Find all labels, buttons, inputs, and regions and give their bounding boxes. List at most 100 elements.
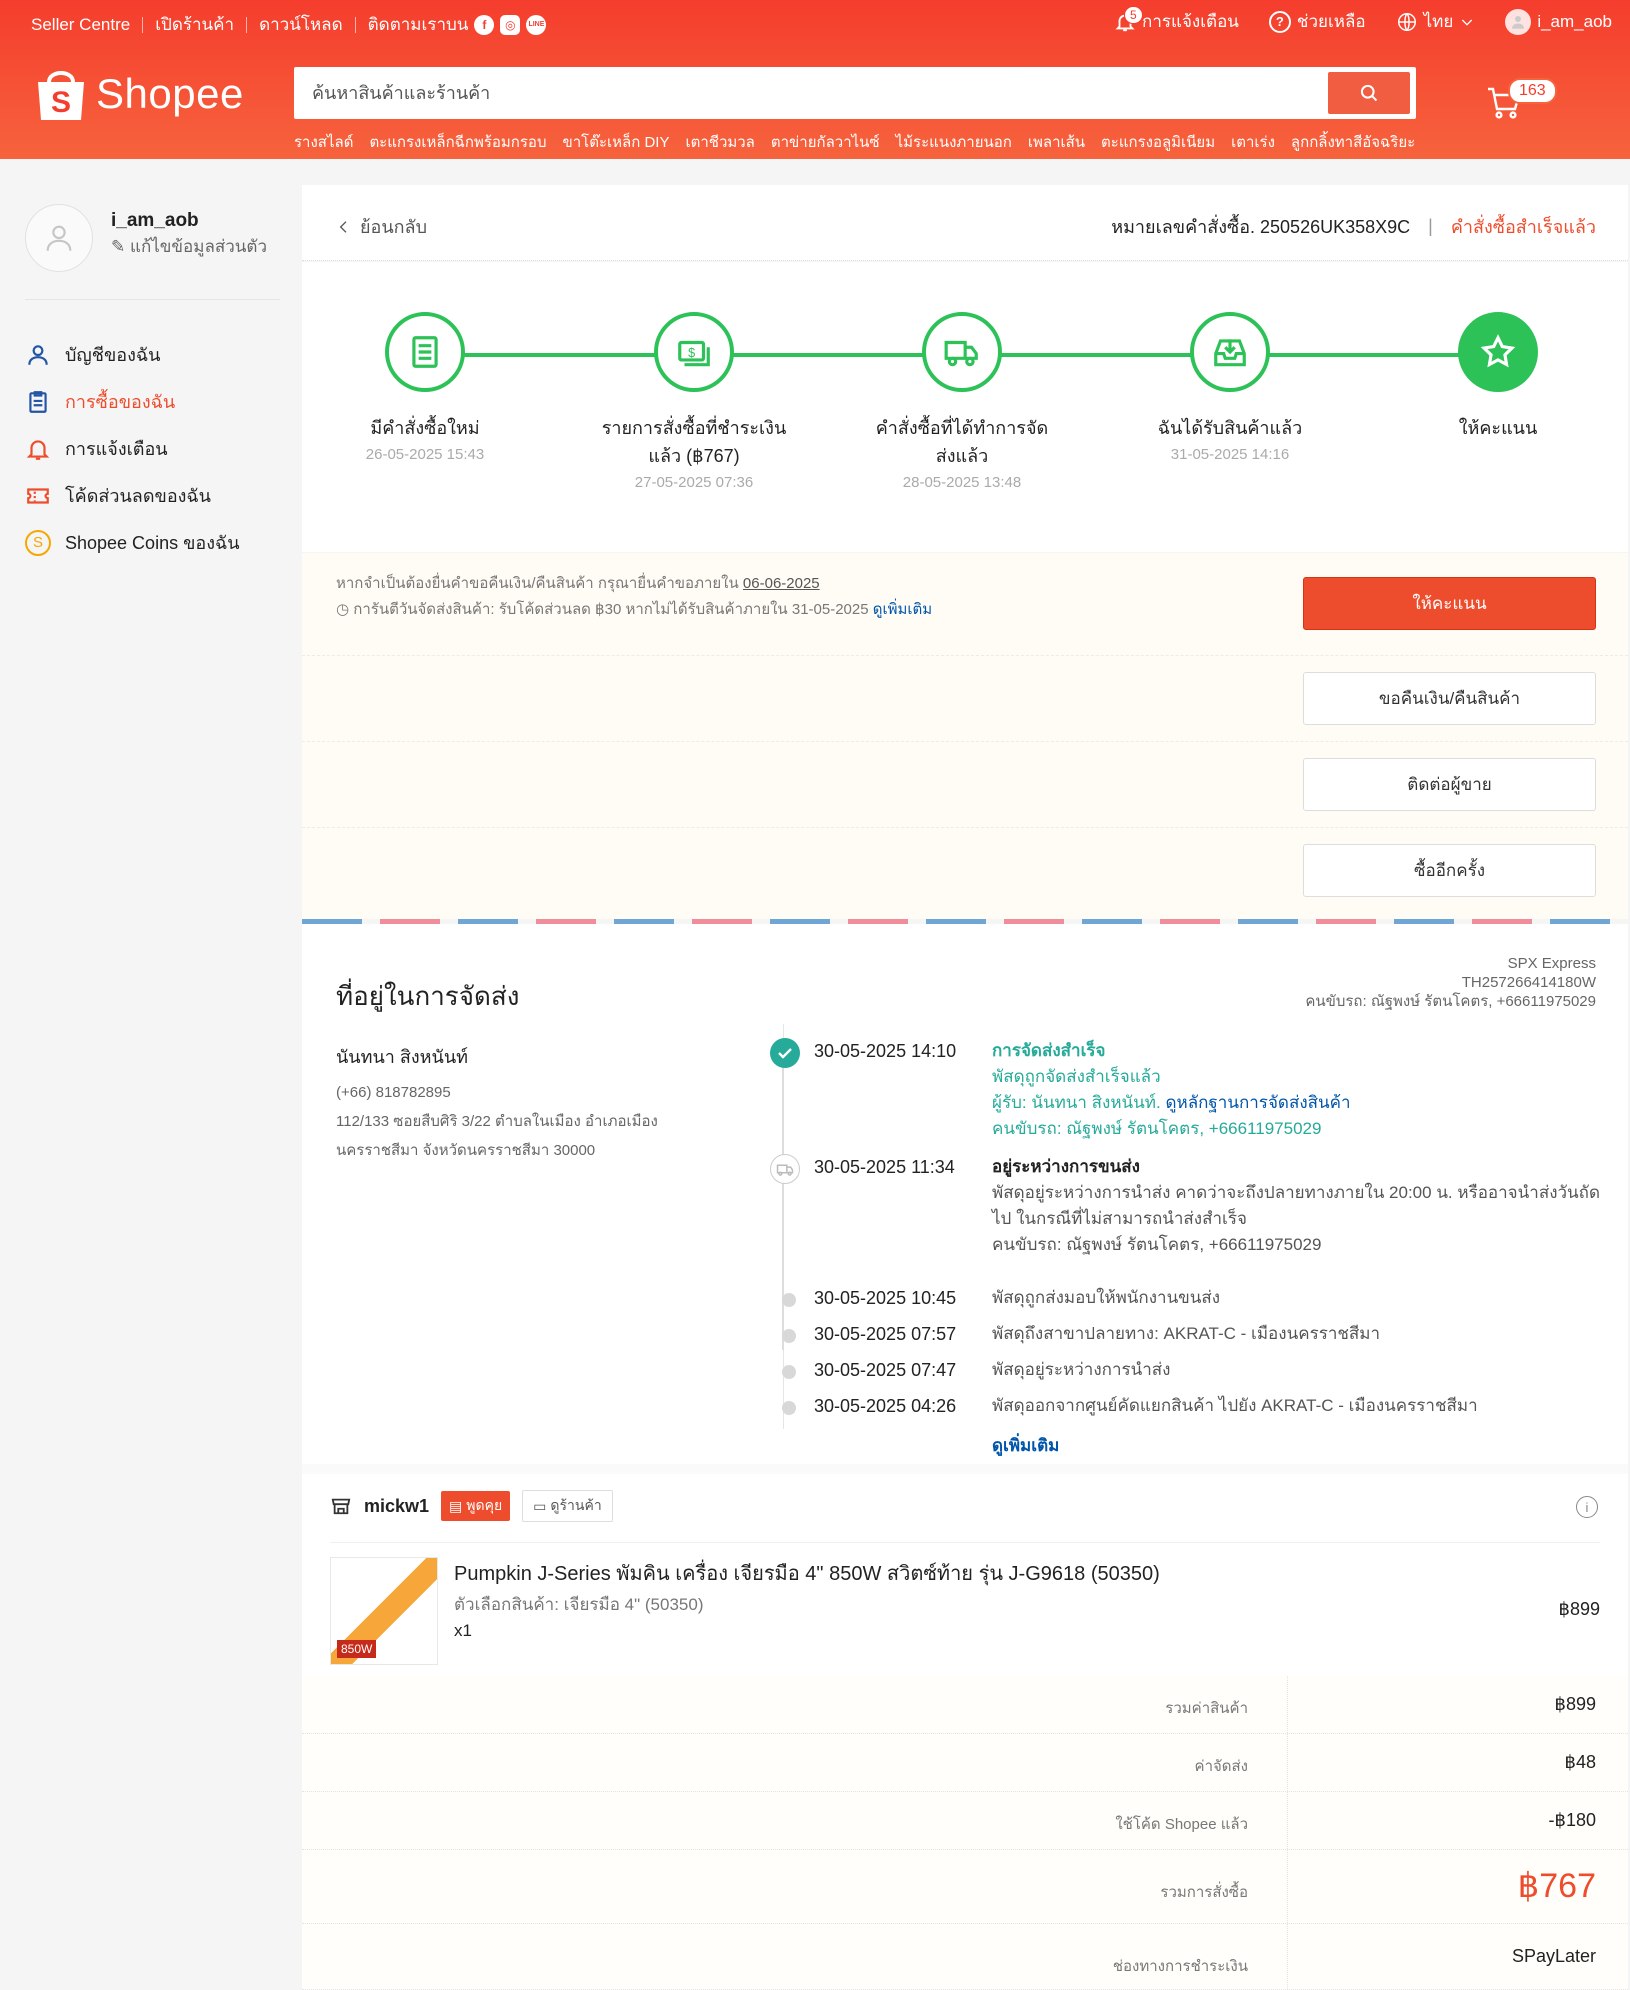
hotword[interactable]: ไม้ระแนงภายนอก bbox=[896, 130, 1012, 154]
event-time: 30-05-2025 04:26 bbox=[814, 1396, 957, 1416]
order-header: ย้อนกลับ หมายเลขคำสั่งซื้อ. 250526UK358X… bbox=[302, 185, 1628, 261]
refund-button[interactable]: ขอคืนเงิน/คืนสินค้า bbox=[1303, 672, 1596, 725]
order-id-area: หมายเลขคำสั่งซื้อ. 250526UK358X9C | คำสั… bbox=[1111, 212, 1596, 241]
product-thumbnail[interactable]: 850W bbox=[330, 1557, 438, 1665]
truck-icon bbox=[770, 1154, 800, 1184]
order-progress: มีคำสั่งซื้อใหม่ 26-05-2025 15:43 $ รายก… bbox=[302, 262, 1628, 552]
seller-centre-link[interactable]: Seller Centre bbox=[31, 15, 130, 35]
shipping-title: ที่อยู่ในการจัดส่ง bbox=[336, 981, 520, 1011]
sidebar-item-my-account[interactable]: บัญชีของฉัน bbox=[25, 331, 240, 378]
shipping-section: ที่อยู่ในการจัดส่ง SPX Express TH2572664… bbox=[302, 924, 1628, 1464]
sidebar-item-coins[interactable]: S Shopee Coins ของฉัน bbox=[25, 519, 240, 566]
top-bar: Seller Centre เปิดร้านค้า ดาวน์โหลด ติดต… bbox=[0, 0, 1630, 44]
view-shop-button[interactable]: ▭ ดูร้านค้า bbox=[522, 1490, 613, 1522]
sidebar-item-label: การแจ้งเตือน bbox=[65, 439, 168, 459]
tracking-number: TH257266414180W bbox=[1461, 974, 1596, 991]
sidebar-menu: บัญชีของฉัน การซื้อของฉัน การแจ้งเตือน โ… bbox=[25, 331, 240, 566]
buy-again-button[interactable]: ซื้ออีกครั้ง bbox=[1303, 844, 1596, 897]
order-total: ฿767 bbox=[1517, 1867, 1596, 1905]
edit-profile-link[interactable]: ✎ แก้ไขข้อมูลส่วนตัว bbox=[111, 236, 271, 258]
notice-deadline: 06-06-2025 bbox=[742, 575, 820, 592]
header-username: i_am_aob bbox=[1537, 11, 1612, 31]
product-name[interactable]: Pumpkin J-Series พัมคิน เครื่อง เจียรมือ… bbox=[454, 1557, 1160, 1589]
hotword[interactable]: ลูกกลิ้งทาสีอัจฉริยะ bbox=[1291, 130, 1415, 154]
product-quantity: x1 bbox=[454, 1621, 472, 1640]
tracking-see-more-link[interactable]: ดูเพิ่มเติม bbox=[992, 1432, 1059, 1459]
cart-count-badge: 163 bbox=[1508, 78, 1557, 104]
hotwords-list: รางสไลด์ ตะแกรงเหล็กฉีกพร้อมกรอบ ขาโต๊ะเ… bbox=[294, 130, 1415, 154]
rate-button[interactable]: ให้คะแนน bbox=[1303, 577, 1596, 630]
guarantee-text: ◷ การันตีวันจัดส่งสินค้า: รับโค้ดส่วนลด … bbox=[336, 597, 932, 623]
event-text: อยู่ระหว่างการขนส่ง พัสดุอยู่ระหว่างการน… bbox=[992, 1154, 1604, 1258]
contact-seller-button[interactable]: ติดต่อผู้ขาย bbox=[1303, 758, 1596, 811]
event-text: พัสดุถูกส่งมอบให้พนักงานขนส่ง bbox=[992, 1288, 1221, 1307]
order-actions: หากจำเป็นต้องยื่นคำขอคืนเงิน/คืนสินค้า ก… bbox=[302, 553, 1628, 919]
event-time: 30-05-2025 07:47 bbox=[814, 1360, 957, 1380]
recipient-address: 112/133 ซอยสืบศิริ 3/22 ตำบลในเมือง อำเภ… bbox=[336, 1113, 658, 1159]
carrier-info: SPX Express TH257266414180W คนขับรถ: ณัฐ… bbox=[1305, 954, 1596, 1011]
sidebar-item-my-purchase[interactable]: การซื้อของฉัน bbox=[25, 378, 240, 425]
see-more-link[interactable]: ดูเพิ่มเติม bbox=[873, 601, 932, 618]
event-title: การจัดส่งสำเร็จ bbox=[992, 1041, 1106, 1060]
instagram-icon[interactable]: ◎ bbox=[500, 14, 521, 35]
site-header: Seller Centre เปิดร้านค้า ดาวน์โหลด ติดต… bbox=[0, 0, 1630, 159]
summary-label: ใช้โค้ด Shopee แล้ว bbox=[1115, 1816, 1248, 1833]
hotword[interactable]: เตาเร่ง bbox=[1231, 130, 1275, 154]
open-shop-link[interactable]: เปิดร้านค้า bbox=[155, 11, 234, 38]
product-row[interactable]: 850W Pumpkin J-Series พัมคิน เครื่อง เจี… bbox=[330, 1542, 1600, 1666]
event-text: พัสดุออกจากศูนย์คัดแยกสินค้า ไปยัง AKRAT… bbox=[992, 1396, 1478, 1415]
inbox-download-icon bbox=[1190, 312, 1270, 392]
action-row: ซื้ออีกครั้ง bbox=[302, 828, 1628, 919]
store-icon: ▭ bbox=[533, 1497, 547, 1514]
search-button[interactable] bbox=[1328, 72, 1410, 114]
star-icon bbox=[1458, 312, 1538, 392]
avatar[interactable] bbox=[25, 204, 93, 272]
user-placeholder-icon bbox=[46, 225, 72, 251]
help-label: ช่วยเหลือ bbox=[1296, 12, 1366, 31]
chat-button[interactable]: ▤ พูดคุย bbox=[441, 1491, 511, 1521]
hotword[interactable]: ตะแกรงเหล็กฉีกพร้อมกรอบ bbox=[369, 130, 546, 154]
language-selector[interactable]: ไทย bbox=[1396, 8, 1476, 35]
summary-label: รวมค่าสินค้า bbox=[1165, 1700, 1248, 1717]
facebook-icon[interactable]: f bbox=[474, 14, 495, 35]
recipient-phone: (+66) 818782895 bbox=[336, 1084, 451, 1101]
chevron-left-icon bbox=[339, 220, 347, 233]
summary-divider bbox=[1287, 1924, 1288, 1989]
hotword[interactable]: ตะแกรงอลูมิเนียม bbox=[1101, 130, 1215, 154]
download-link[interactable]: ดาวน์โหลด bbox=[259, 11, 343, 38]
search-input[interactable] bbox=[312, 67, 1312, 119]
recipient-details: (+66) 818782895 112/133 ซอยสืบศิริ 3/22 … bbox=[336, 1078, 706, 1165]
account-menu[interactable]: i_am_aob bbox=[1505, 8, 1612, 35]
sidebar-item-vouchers[interactable]: โค้ดส่วนลดของฉัน bbox=[25, 472, 240, 519]
sidebar-item-notifications[interactable]: การแจ้งเตือน bbox=[25, 425, 240, 472]
back-label: ย้อนกลับ bbox=[360, 217, 428, 237]
event-line: คนขับรถ: ณัฐพงษ์ รัตนโคตร, +66611975029 bbox=[992, 1235, 1322, 1254]
shopee-logo[interactable]: S Shopee bbox=[34, 64, 244, 124]
info-icon[interactable]: i bbox=[1576, 1496, 1598, 1518]
sidebar-item-label: บัญชีของฉัน bbox=[65, 345, 161, 365]
summary-divider bbox=[1287, 1792, 1288, 1849]
line-icon[interactable]: LINE bbox=[526, 14, 547, 35]
hotword[interactable]: เตาชีวมวล bbox=[685, 130, 754, 154]
help-link[interactable]: ? ช่วยเหลือ bbox=[1268, 8, 1366, 35]
summary-label: ค่าจัดส่ง bbox=[1194, 1758, 1248, 1775]
step-label: ฉันได้รับสินค้าแล้ว bbox=[1157, 418, 1303, 438]
chevron-down-icon bbox=[1462, 19, 1473, 26]
shop-name[interactable]: mickw1 bbox=[364, 1496, 429, 1517]
hotword[interactable]: เพลาเส้น bbox=[1028, 130, 1085, 154]
follow-us-label: ติดตามเราบน bbox=[367, 15, 469, 34]
hotword[interactable]: ขาโต๊ะเหล็ก DIY bbox=[562, 130, 669, 154]
chat-label: พูดคุย bbox=[466, 1497, 503, 1513]
step-rate: ให้คะแนน bbox=[1383, 312, 1613, 442]
sidebar-username: i_am_aob bbox=[111, 210, 199, 231]
shop-item-section: mickw1 ▤ พูดคุย ▭ ดูร้านค้า i 850W Pumpk… bbox=[302, 1464, 1628, 1676]
hotword[interactable]: รางสไลด์ bbox=[294, 130, 353, 154]
back-button[interactable]: ย้อนกลับ bbox=[336, 212, 427, 241]
event-recipient: ผู้รับ: นันทนา สิงหนันท์. bbox=[992, 1093, 1161, 1112]
timeline-dot bbox=[782, 1329, 796, 1343]
event-time: 30-05-2025 10:45 bbox=[814, 1288, 957, 1308]
pencil-icon: ✎ bbox=[111, 237, 126, 256]
hotword[interactable]: ตาข่ายกัลวาไนซ์ bbox=[771, 130, 880, 154]
notifications-link[interactable]: 5 การแจ้งเตือน bbox=[1114, 5, 1239, 35]
proof-of-delivery-link[interactable]: ดูหลักฐานการจัดส่งสินค้า bbox=[1165, 1093, 1350, 1112]
